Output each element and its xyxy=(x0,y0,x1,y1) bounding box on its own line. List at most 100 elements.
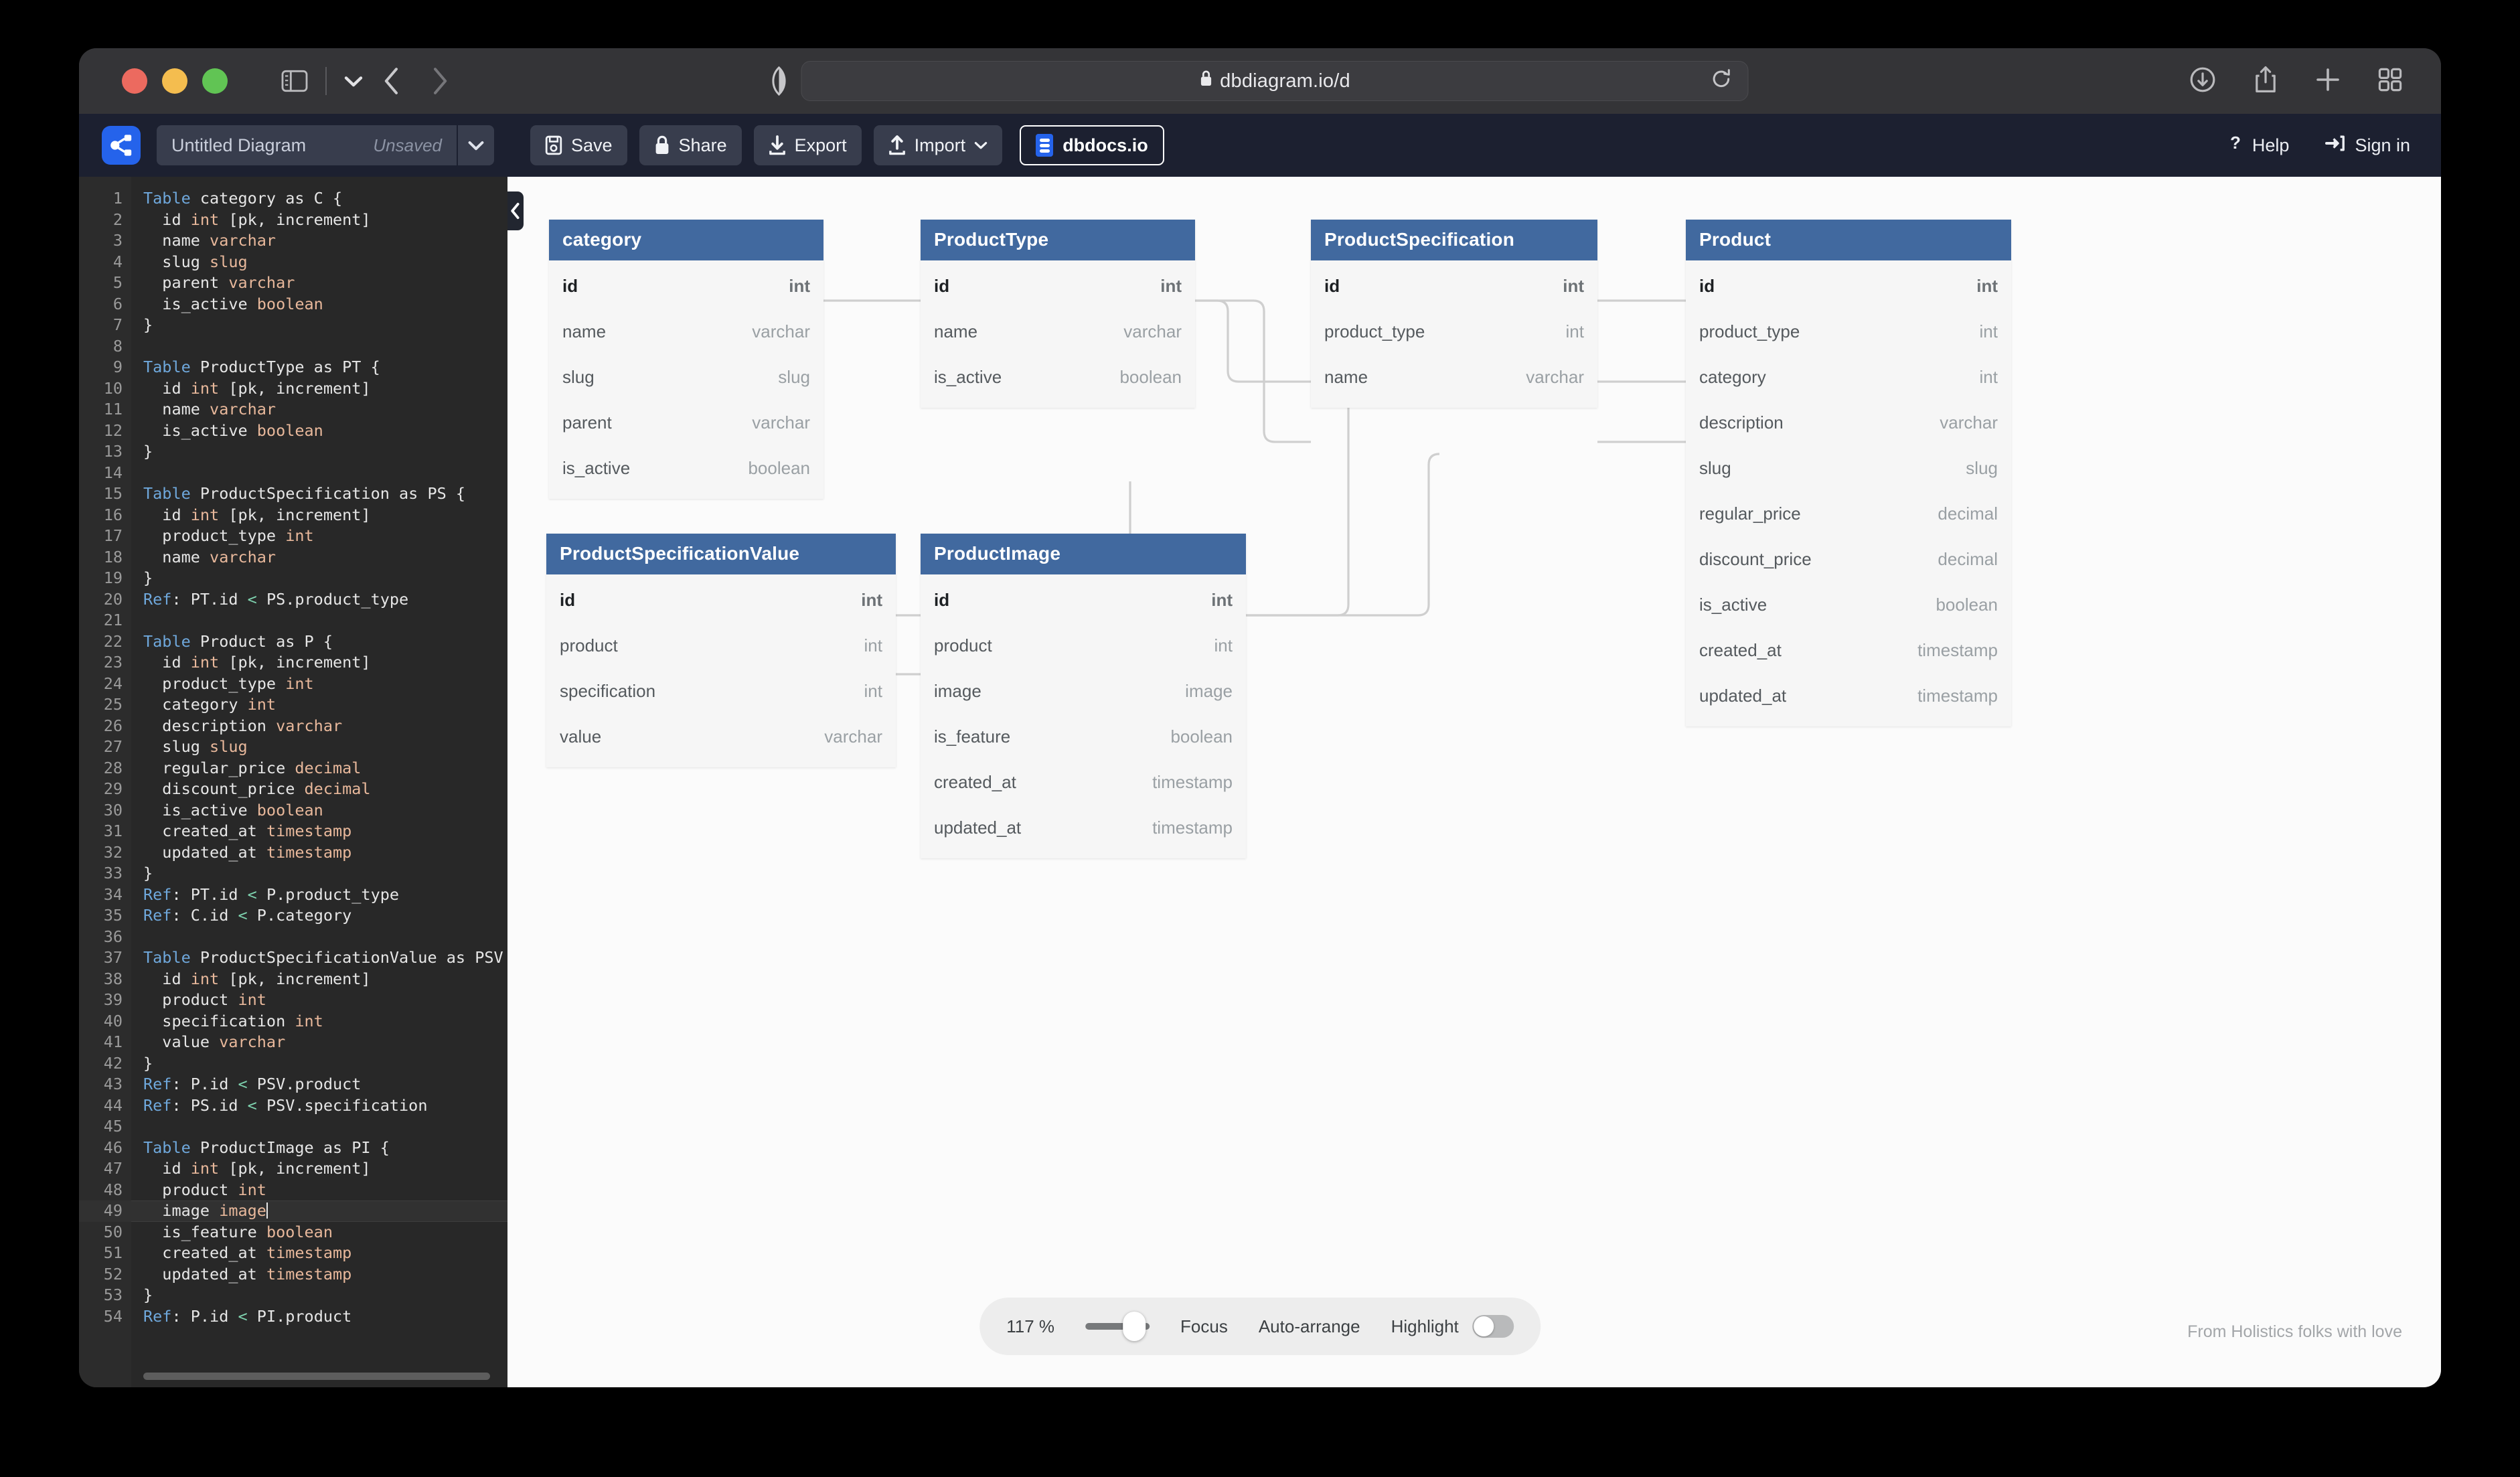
table-field-row[interactable]: imageimage xyxy=(921,668,1246,714)
privacy-shield-icon[interactable] xyxy=(772,66,787,96)
table-field-row[interactable]: valuevarchar xyxy=(546,714,896,759)
table-field-row[interactable]: idint xyxy=(549,263,823,309)
diagram-table[interactable]: Productidintproduct_typeintcategoryintde… xyxy=(1686,220,2011,726)
code-line[interactable]: 14 xyxy=(79,463,507,484)
code-line[interactable]: 13} xyxy=(79,441,507,463)
table-field-row[interactable]: idint xyxy=(921,263,1195,309)
code-line[interactable]: 8 xyxy=(79,336,507,358)
dbml-code-editor[interactable]: 1Table category as C {2 id int [pk, incr… xyxy=(79,177,507,1387)
code-line[interactable]: 11 name varchar xyxy=(79,399,507,420)
highlight-toggle[interactable] xyxy=(1472,1315,1514,1338)
code-line[interactable]: 36 xyxy=(79,927,507,948)
code-line[interactable]: 48 product int xyxy=(79,1180,507,1201)
help-button[interactable]: ? Help xyxy=(2228,133,2290,158)
code-line[interactable]: 10 id int [pk, increment] xyxy=(79,378,507,400)
auto-arrange-button[interactable]: Auto-arrange xyxy=(1259,1316,1360,1337)
code-line[interactable]: 29 discount_price decimal xyxy=(79,779,507,800)
sign-in-button[interactable]: Sign in xyxy=(2325,135,2410,157)
close-window-button[interactable] xyxy=(122,68,147,94)
diagram-canvas[interactable]: categoryidintnamevarcharslugslugparentva… xyxy=(507,177,2441,1387)
reload-icon[interactable] xyxy=(1712,69,1732,94)
code-line[interactable]: 20Ref: PT.id < PS.product_type xyxy=(79,589,507,611)
code-line[interactable]: 6 is_active boolean xyxy=(79,294,507,315)
code-line[interactable]: 18 name varchar xyxy=(79,547,507,568)
code-line[interactable]: 46Table ProductImage as PI { xyxy=(79,1138,507,1159)
code-line[interactable]: 5 parent varchar xyxy=(79,273,507,294)
zoom-slider-knob[interactable] xyxy=(1123,1312,1146,1341)
tab-overview-icon[interactable] xyxy=(2378,68,2402,95)
code-line[interactable]: 28 regular_price decimal xyxy=(79,758,507,779)
code-line[interactable]: 23 id int [pk, increment] xyxy=(79,652,507,674)
back-arrow-icon[interactable] xyxy=(383,67,400,95)
code-line[interactable]: 35Ref: C.id < P.category xyxy=(79,905,507,927)
diagram-table[interactable]: ProductImageidintproductintimageimageis_… xyxy=(921,534,1246,858)
zoom-slider[interactable] xyxy=(1085,1317,1150,1336)
code-line[interactable]: 30 is_active boolean xyxy=(79,800,507,822)
code-line[interactable]: 21 xyxy=(79,610,507,631)
code-line[interactable]: 33} xyxy=(79,863,507,884)
code-line[interactable]: 17 product_type int xyxy=(79,526,507,547)
share-button[interactable]: Share xyxy=(639,125,742,165)
table-field-row[interactable]: productint xyxy=(921,623,1246,668)
table-field-row[interactable]: slugslug xyxy=(1686,445,2011,491)
table-field-row[interactable]: idint xyxy=(1311,263,1597,309)
code-line[interactable]: 43Ref: P.id < PSV.product xyxy=(79,1074,507,1095)
code-line[interactable]: 44Ref: PS.id < PSV.specification xyxy=(79,1095,507,1117)
plus-icon[interactable] xyxy=(2315,67,2341,96)
save-button[interactable]: Save xyxy=(530,125,627,165)
code-line[interactable]: 26 description varchar xyxy=(79,716,507,737)
table-field-row[interactable]: regular_pricedecimal xyxy=(1686,491,2011,536)
code-line[interactable]: 52 updated_at timestamp xyxy=(79,1264,507,1286)
code-line[interactable]: 34Ref: PT.id < P.product_type xyxy=(79,884,507,906)
table-field-row[interactable]: namevarchar xyxy=(1311,354,1597,400)
code-line[interactable]: 25 category int xyxy=(79,694,507,716)
table-header[interactable]: ProductType xyxy=(921,220,1195,260)
code-line[interactable]: 16 id int [pk, increment] xyxy=(79,505,507,526)
diagram-table[interactable]: ProductSpecificationidintproduct_typeint… xyxy=(1311,220,1597,408)
table-field-row[interactable]: updated_attimestamp xyxy=(921,805,1246,850)
code-line[interactable]: 19} xyxy=(79,568,507,589)
url-input[interactable]: dbdiagram.io/d xyxy=(801,61,1749,101)
code-line[interactable]: 1Table category as C { xyxy=(79,188,507,210)
code-line[interactable]: 2 id int [pk, increment] xyxy=(79,210,507,231)
diagram-table[interactable]: ProductSpecificationValueidintproductint… xyxy=(546,534,896,767)
code-line[interactable]: 22Table Product as P { xyxy=(79,631,507,653)
forward-arrow-icon[interactable] xyxy=(431,67,449,95)
table-field-row[interactable]: idint xyxy=(1686,263,2011,309)
table-header[interactable]: ProductImage xyxy=(921,534,1246,574)
table-field-row[interactable]: updated_attimestamp xyxy=(1686,673,2011,718)
dbdiagram-logo-icon[interactable] xyxy=(102,126,141,165)
table-field-row[interactable]: is_activeboolean xyxy=(1686,582,2011,627)
zoom-window-button[interactable] xyxy=(202,68,228,94)
table-field-row[interactable]: productint xyxy=(546,623,896,668)
import-button[interactable]: Import xyxy=(874,125,1003,165)
table-header[interactable]: Product xyxy=(1686,220,2011,260)
table-field-row[interactable]: namevarchar xyxy=(921,309,1195,354)
downloads-icon[interactable] xyxy=(2189,66,2216,96)
code-line[interactable]: 37Table ProductSpecificationValue as PSV… xyxy=(79,947,507,969)
minimize-window-button[interactable] xyxy=(162,68,187,94)
code-line[interactable]: 45 xyxy=(79,1116,507,1138)
code-line[interactable]: 53} xyxy=(79,1285,507,1306)
export-button[interactable]: Export xyxy=(754,125,862,165)
code-line[interactable]: 40 specification int xyxy=(79,1011,507,1032)
table-field-row[interactable]: descriptionvarchar xyxy=(1686,400,2011,445)
diagram-table[interactable]: ProductTypeidintnamevarcharis_activebool… xyxy=(921,220,1195,408)
code-line[interactable]: 47 id int [pk, increment] xyxy=(79,1158,507,1180)
diagram-name-input[interactable]: Untitled Diagram Unsaved xyxy=(157,125,457,165)
code-line[interactable]: 38 id int [pk, increment] xyxy=(79,969,507,990)
table-header[interactable]: category xyxy=(549,220,823,260)
code-line[interactable]: 31 created_at timestamp xyxy=(79,821,507,842)
code-line[interactable]: 12 is_active boolean xyxy=(79,420,507,442)
code-line[interactable]: 27 slug slug xyxy=(79,736,507,758)
table-field-row[interactable]: is_featureboolean xyxy=(921,714,1246,759)
table-header[interactable]: ProductSpecificationValue xyxy=(546,534,896,574)
sidebar-toggle-icon[interactable] xyxy=(281,70,308,92)
editor-horizontal-scrollbar[interactable] xyxy=(143,1373,490,1380)
table-header[interactable]: ProductSpecification xyxy=(1311,220,1597,260)
table-field-row[interactable]: created_attimestamp xyxy=(1686,627,2011,673)
dbdocs-button[interactable]: dbdocs.io xyxy=(1020,125,1164,165)
table-field-row[interactable]: product_typeint xyxy=(1686,309,2011,354)
chevron-down-icon[interactable] xyxy=(344,74,363,88)
code-line[interactable]: 41 value varchar xyxy=(79,1032,507,1053)
